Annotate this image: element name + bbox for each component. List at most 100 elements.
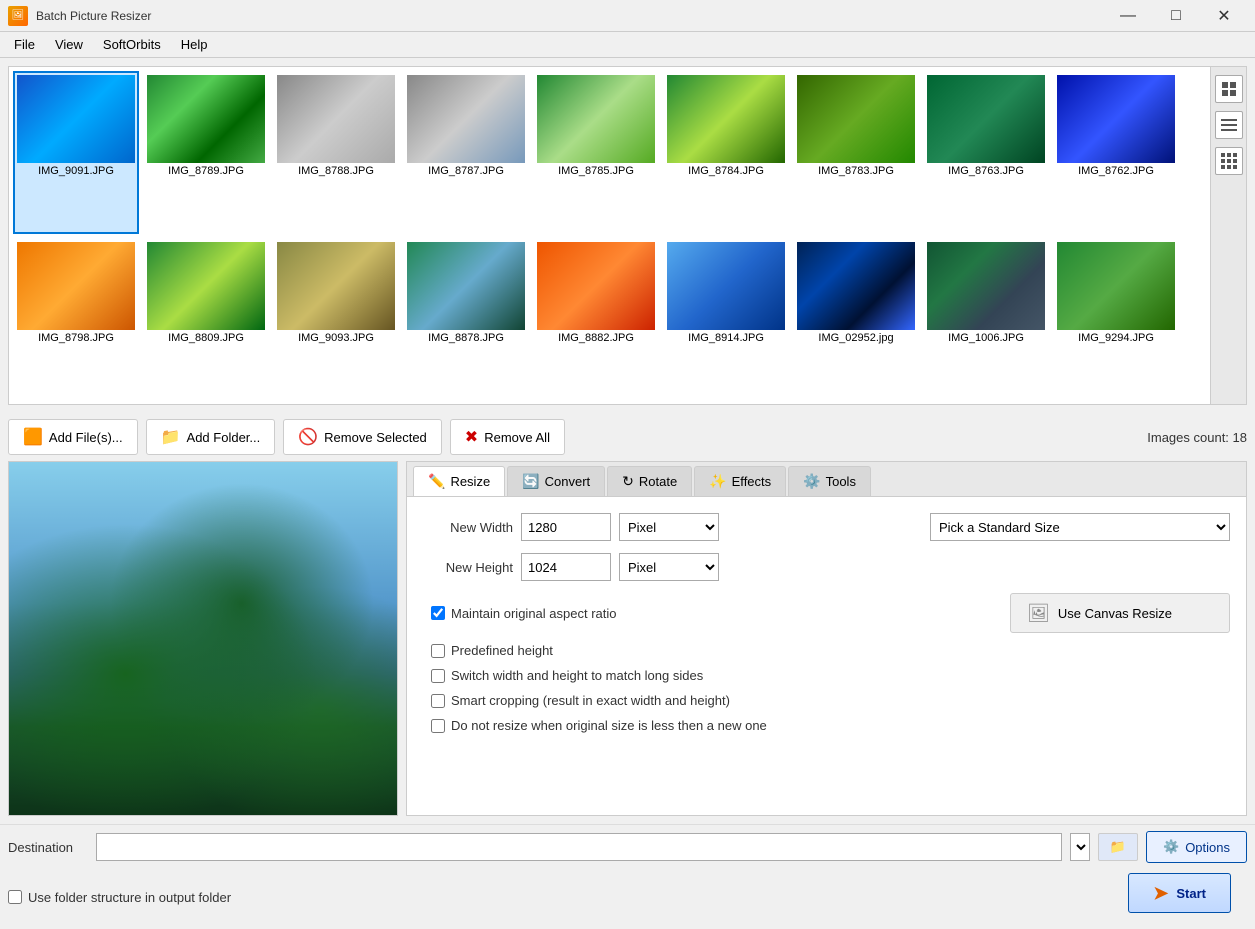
browse-icon: 📁 (1110, 839, 1126, 855)
tabs-row: ✏️ Resize 🔄 Convert ↻ Rotate ✨ Effects ⚙… (406, 461, 1247, 496)
switch-width-height-row: Switch width and height to match long si… (423, 668, 1230, 683)
standard-size-select[interactable]: Pick a Standard Size 640 x 480 800 x 600… (930, 513, 1230, 541)
list-item[interactable]: IMG_8914.JPG (663, 238, 789, 401)
no-resize-checkbox[interactable] (431, 719, 445, 733)
start-icon: ➤ (1153, 883, 1168, 904)
add-folder-label: Add Folder... (187, 430, 261, 445)
window-controls: — □ ✕ (1105, 0, 1247, 32)
list-item[interactable]: IMG_8878.JPG (403, 238, 529, 401)
image-filename: IMG_8882.JPG (558, 332, 634, 344)
tab-effects[interactable]: ✨ Effects (694, 466, 786, 496)
image-filename: IMG_8762.JPG (1078, 165, 1154, 177)
remove-selected-label: Remove Selected (324, 430, 427, 445)
image-thumbnail (537, 75, 655, 163)
canvas-resize-button[interactable]: 🖼 Use Canvas Resize (1010, 593, 1230, 633)
browse-button[interactable]: 📁 (1098, 833, 1138, 861)
list-item[interactable]: IMG_02952.jpg (793, 238, 919, 401)
image-filename: IMG_8784.JPG (688, 165, 764, 177)
menu-view[interactable]: View (45, 35, 93, 54)
list-item[interactable]: IMG_8789.JPG (143, 71, 269, 234)
tab-rotate[interactable]: ↻ Rotate (607, 466, 692, 496)
view-grid-button[interactable] (1215, 147, 1243, 175)
list-item[interactable]: IMG_8785.JPG (533, 71, 659, 234)
new-height-label: New Height (423, 560, 513, 575)
predefined-height-checkbox[interactable] (431, 644, 445, 658)
list-item[interactable]: IMG_8788.JPG (273, 71, 399, 234)
remove-all-button[interactable]: ✖ Remove All (450, 419, 565, 455)
new-height-unit-select[interactable]: Pixel Percent Inch cm (619, 553, 719, 581)
options-button[interactable]: ⚙️ Options (1146, 831, 1247, 863)
list-item[interactable]: IMG_8784.JPG (663, 71, 789, 234)
start-button[interactable]: ➤ Start (1128, 873, 1231, 913)
list-item[interactable]: IMG_8787.JPG (403, 71, 529, 234)
image-filename: IMG_8789.JPG (168, 165, 244, 177)
new-height-row: New Height Pixel Percent Inch cm (423, 553, 1230, 581)
image-thumbnail (797, 242, 915, 330)
remove-selected-button[interactable]: 🚫 Remove Selected (283, 419, 442, 455)
image-thumbnail (147, 242, 265, 330)
smart-cropping-label[interactable]: Smart cropping (result in exact width an… (451, 693, 730, 708)
list-item[interactable]: IMG_8762.JPG (1053, 71, 1179, 234)
image-filename: IMG_8914.JPG (688, 332, 764, 344)
tab-convert[interactable]: 🔄 Convert (507, 466, 605, 496)
image-thumbnail (277, 75, 395, 163)
no-resize-label[interactable]: Do not resize when original size is less… (451, 718, 767, 733)
add-files-button[interactable]: 🟧 Add File(s)... (8, 419, 138, 455)
close-button[interactable]: ✕ (1201, 0, 1247, 32)
list-item[interactable]: IMG_8763.JPG (923, 71, 1049, 234)
list-item[interactable]: IMG_9294.JPG (1053, 238, 1179, 401)
new-width-input[interactable] (521, 513, 611, 541)
new-width-unit-select[interactable]: Pixel Percent Inch cm (619, 513, 719, 541)
image-filename: IMG_8788.JPG (298, 165, 374, 177)
image-filename: IMG_8787.JPG (428, 165, 504, 177)
canvas-resize-label: Use Canvas Resize (1058, 606, 1172, 621)
predefined-height-label[interactable]: Predefined height (451, 643, 553, 658)
maintain-aspect-checkbox[interactable] (431, 606, 445, 620)
effects-tab-label: Effects (732, 474, 772, 489)
tools-tab-label: Tools (826, 474, 856, 489)
canvas-resize-icon: 🖼 (1027, 603, 1050, 624)
switch-width-height-checkbox[interactable] (431, 669, 445, 683)
image-filename: IMG_8878.JPG (428, 332, 504, 344)
list-item[interactable]: IMG_8783.JPG (793, 71, 919, 234)
minimize-button[interactable]: — (1105, 0, 1151, 32)
tab-resize[interactable]: ✏️ Resize (413, 466, 505, 497)
new-height-input[interactable] (521, 553, 611, 581)
list-item[interactable]: IMG_9093.JPG (273, 238, 399, 401)
view-thumbnails-button[interactable] (1215, 75, 1243, 103)
list-item[interactable]: IMG_1006.JPG (923, 238, 1049, 401)
menu-file[interactable]: File (4, 35, 45, 54)
start-label: Start (1176, 886, 1206, 901)
image-thumbnail (147, 75, 265, 163)
menu-help[interactable]: Help (171, 35, 218, 54)
destination-input[interactable] (96, 833, 1062, 861)
list-item[interactable]: IMG_8809.JPG (143, 238, 269, 401)
images-count: Images count: 18 (1147, 430, 1247, 445)
resize-tab-icon: ✏️ (428, 473, 445, 490)
switch-width-height-label[interactable]: Switch width and height to match long si… (451, 668, 703, 683)
view-list-button[interactable] (1215, 111, 1243, 139)
smart-cropping-checkbox[interactable] (431, 694, 445, 708)
no-resize-row: Do not resize when original size is less… (423, 718, 1230, 733)
settings-content: New Width Pixel Percent Inch cm Pick a S… (406, 496, 1247, 816)
image-filename: IMG_8783.JPG (818, 165, 894, 177)
folder-structure-label[interactable]: Use folder structure in output folder (28, 890, 231, 905)
menubar: File View SoftOrbits Help (0, 32, 1255, 58)
maximize-button[interactable]: □ (1153, 0, 1199, 32)
image-thumbnail (1057, 75, 1175, 163)
maintain-aspect-label[interactable]: Maintain original aspect ratio (451, 606, 616, 621)
remove-all-label: Remove All (484, 430, 550, 445)
add-folder-button[interactable]: 📁 Add Folder... (146, 419, 276, 455)
list-item[interactable]: IMG_8798.JPG (13, 238, 139, 401)
image-filename: IMG_9294.JPG (1078, 332, 1154, 344)
folder-structure-checkbox[interactable] (8, 890, 22, 904)
image-thumbnail (927, 75, 1045, 163)
app-title: Batch Picture Resizer (36, 9, 1105, 23)
destination-dropdown[interactable] (1070, 833, 1090, 861)
tab-tools[interactable]: ⚙️ Tools (788, 466, 871, 496)
menu-softorbits[interactable]: SoftOrbits (93, 35, 171, 54)
list-item[interactable]: IMG_9091.JPG (13, 71, 139, 234)
image-thumbnail (17, 75, 135, 163)
list-item[interactable]: IMG_8882.JPG (533, 238, 659, 401)
add-files-icon: 🟧 (23, 427, 43, 447)
